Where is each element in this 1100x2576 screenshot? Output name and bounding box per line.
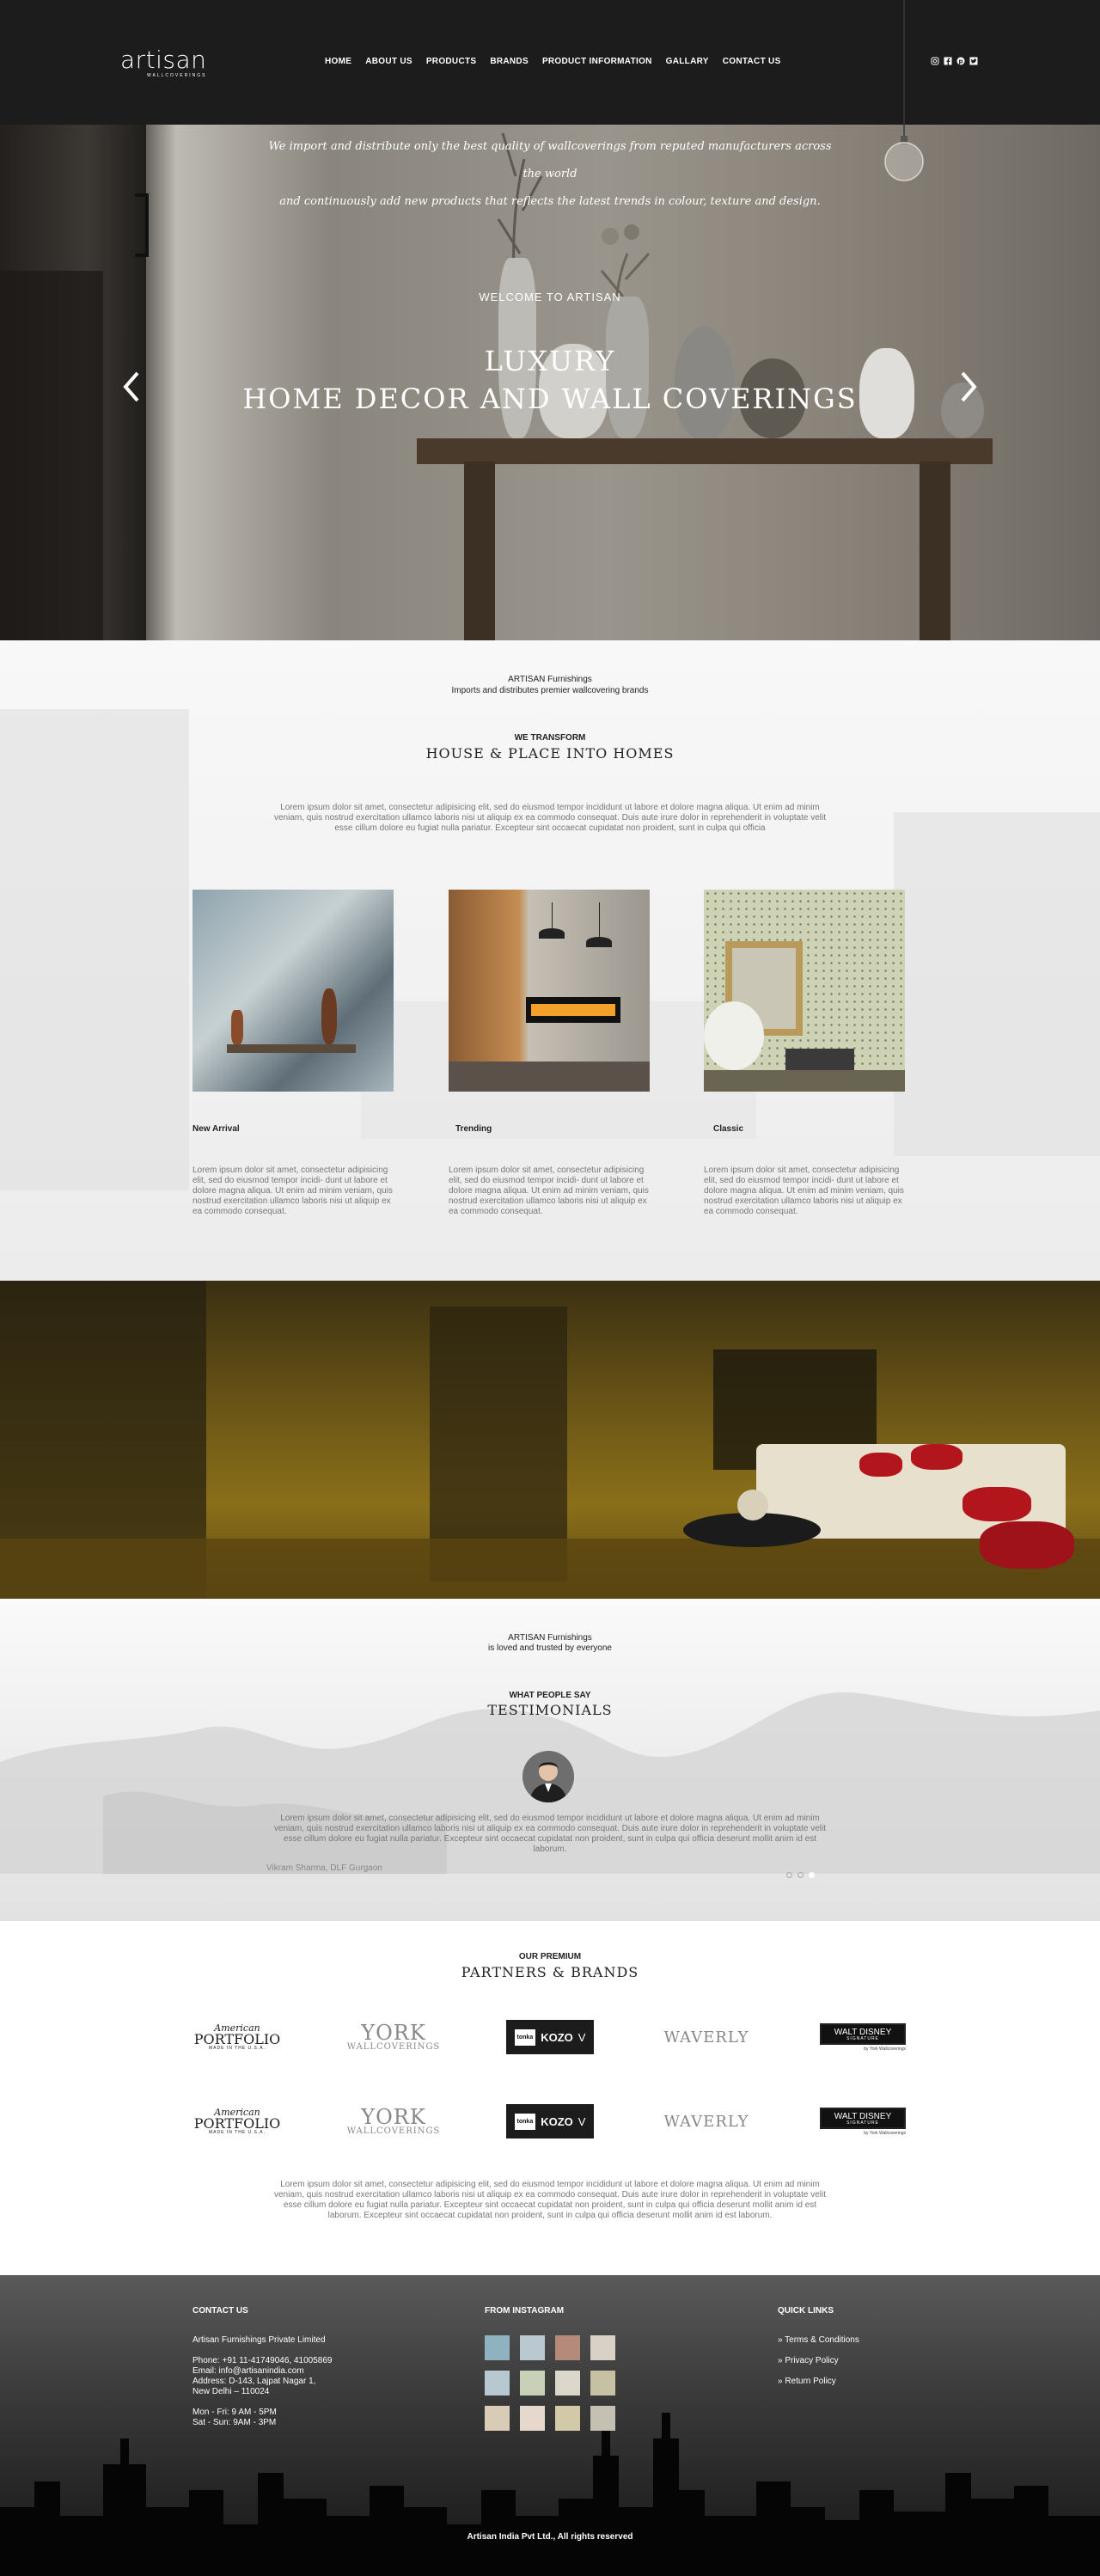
- instagram-thumb[interactable]: [485, 2335, 510, 2360]
- nav-brands[interactable]: BRANDS: [490, 57, 529, 66]
- intro-title: HOUSE & PLACE INTO HOMES: [425, 745, 675, 762]
- footer-quicklinks-heading: QUICK LINKS: [778, 2306, 834, 2316]
- partners-title: PARTNERS & BRANDS: [461, 1964, 639, 1980]
- main-nav: HOME ABOUT US PRODUCTS BRANDS PRODUCT IN…: [325, 57, 781, 66]
- footer-phone: Phone: +91 11-41749046, 41005869: [192, 2356, 333, 2365]
- banner-quote-line1: We import and distribute only the best q…: [268, 140, 832, 181]
- chevron-right-icon[interactable]: [959, 370, 980, 404]
- instagram-thumb[interactable]: [555, 2406, 580, 2431]
- brand-york-logo[interactable]: YORK WALLCOVERINGS: [347, 2103, 440, 2139]
- brand-waverly-logo[interactable]: WAVERLY: [662, 2019, 751, 2055]
- card-text-trending: Lorem ipsum dolor sit amet, consectetur …: [449, 1166, 649, 1216]
- instagram-thumb[interactable]: [520, 2335, 545, 2360]
- card-text-classic: Lorem ipsum dolor sit amet, consectetur …: [704, 1166, 904, 1216]
- brand-waverly-logo[interactable]: WAVERLY: [662, 2103, 751, 2139]
- instagram-thumb[interactable]: [590, 2371, 615, 2395]
- card-trending[interactable]: [449, 890, 650, 1092]
- brand-york-logo[interactable]: YORK WALLCOVERINGS: [347, 2019, 440, 2055]
- svg-text:p: p: [958, 58, 962, 65]
- brand-american-portfolio-logo[interactable]: American PORTFOLIO MADE IN THE U.S.A.: [192, 2103, 282, 2139]
- brand-walt-disney-logo[interactable]: WALT DISNEY SIGNATURE by York Wallcoveri…: [818, 2103, 908, 2139]
- footer-instagram-heading: FROM INSTAGRAM: [485, 2306, 565, 2316]
- classic-image: [704, 890, 905, 1092]
- card-label-classic: Classic: [713, 1124, 744, 1134]
- pagination-dot[interactable]: [798, 1872, 804, 1878]
- instagram-thumb[interactable]: [520, 2406, 545, 2431]
- city-skyline-image: [0, 2413, 1100, 2576]
- trending-image: [449, 890, 650, 1092]
- nav-contact-us[interactable]: CONTACT US: [723, 57, 781, 66]
- pinterest-icon[interactable]: p: [956, 57, 965, 65]
- partners-kicker: OUR PREMIUM: [518, 1952, 582, 1961]
- logo[interactable]: artisan WALLCOVERINGS: [120, 46, 207, 79]
- facebook-icon[interactable]: [944, 57, 952, 65]
- testimonial-author: Vikram Sharma, DLF Gurgaon: [266, 1863, 382, 1873]
- testimonial-pagination: [786, 1872, 815, 1878]
- shelf-image: [417, 438, 993, 464]
- card-label-trending: Trending: [455, 1124, 492, 1134]
- instagram-thumb[interactable]: [555, 2335, 580, 2360]
- card-classic[interactable]: [704, 890, 905, 1092]
- hanging-lamp-image: [884, 0, 924, 181]
- site-header: artisan WALLCOVERINGS HOME ABOUT US PROD…: [0, 0, 1100, 125]
- instagram-icon[interactable]: [931, 57, 939, 65]
- footer-hours-weekday: Mon - Fri: 9 AM - 5PM: [192, 2408, 277, 2417]
- footer-address-line1: Address: D-143, Lajpat Nagar 1,: [192, 2377, 316, 2386]
- brand-walt-disney-logo[interactable]: WALT DISNEY SIGNATURE by York Wallcoveri…: [818, 2019, 908, 2055]
- hero-title-line2: HOME DECOR AND WALL COVERINGS: [242, 382, 858, 415]
- link-terms-conditions[interactable]: » Terms & Conditions: [778, 2335, 859, 2345]
- avatar: [522, 1751, 574, 1802]
- twitter-icon[interactable]: [969, 57, 978, 65]
- instagram-thumb[interactable]: [555, 2371, 580, 2395]
- partners-body: Lorem ipsum dolor sit amet, consectetur …: [273, 2180, 826, 2220]
- intro-kicker: WE TRANSFORM: [514, 733, 586, 743]
- instagram-thumb[interactable]: [485, 2371, 510, 2395]
- instagram-thumb[interactable]: [485, 2406, 510, 2431]
- testimonial-quote: Lorem ipsum dolor sit amet, consectetur …: [273, 1814, 826, 1854]
- interior-banner: [0, 1281, 1100, 1599]
- card-label-new-arrival: New Arrival: [192, 1124, 240, 1134]
- nav-home[interactable]: HOME: [325, 57, 351, 66]
- link-return-policy[interactable]: » Return Policy: [778, 2377, 836, 2386]
- nav-products[interactable]: PRODUCTS: [426, 57, 477, 66]
- intro-body: Lorem ipsum dolor sit amet, consectetur …: [273, 803, 826, 833]
- card-text-new-arrival: Lorem ipsum dolor sit amet, consectetur …: [192, 1166, 393, 1216]
- brand-kozo-logo[interactable]: tonka KOZO V: [505, 2103, 595, 2139]
- pagination-dot-active[interactable]: [809, 1872, 815, 1878]
- hero-title: LUXURY HOME DECOR AND WALL COVERINGS: [0, 342, 1100, 418]
- copyright: Artisan India Pvt Ltd., All rights reser…: [467, 2532, 633, 2542]
- testimonials-kicker: WHAT PEOPLE SAY: [509, 1691, 591, 1700]
- testimonials-company: ARTISAN Furnishings: [508, 1633, 592, 1643]
- footer-company: Artisan Furnishings Private Limited: [192, 2335, 326, 2345]
- testimonials-tagline: is loved and trusted by everyone: [488, 1643, 612, 1653]
- pagination-dot[interactable]: [786, 1872, 792, 1878]
- instagram-thumb[interactable]: [590, 2406, 615, 2431]
- footer-email[interactable]: Email: info@artisanindia.com: [192, 2366, 304, 2377]
- footer-address-line2: New Delhi – 110024: [192, 2387, 270, 2396]
- card-new-arrival[interactable]: [192, 890, 394, 1092]
- nav-gallary[interactable]: GALLARY: [666, 57, 709, 66]
- banner-quote: We import and distribute only the best q…: [258, 133, 842, 216]
- brand-american-portfolio-logo[interactable]: American PORTFOLIO MADE IN THE U.S.A.: [192, 2019, 282, 2055]
- nav-about-us[interactable]: ABOUT US: [365, 57, 412, 66]
- nav-product-information[interactable]: PRODUCT INFORMATION: [542, 57, 652, 66]
- footer-hours-weekend: Sat - Sun: 9AM - 3PM: [192, 2418, 277, 2427]
- social-links: p: [931, 57, 978, 65]
- new-arrival-image: [192, 890, 394, 1092]
- brand-kozo-logo[interactable]: tonka KOZO V: [505, 2019, 595, 2055]
- instagram-thumb[interactable]: [520, 2371, 545, 2395]
- instagram-thumb[interactable]: [590, 2335, 615, 2360]
- testimonials-title: TESTIMONIALS: [487, 1702, 613, 1718]
- intro-company: ARTISAN Furnishings: [508, 675, 592, 684]
- hero-caption: WELCOME TO ARTISAN: [479, 291, 621, 303]
- footer-contact-heading: CONTACT US: [192, 2306, 248, 2316]
- chevron-left-icon[interactable]: [120, 370, 141, 404]
- door-handle-image: [135, 193, 149, 257]
- site-footer: [0, 2275, 1100, 2576]
- banner-quote-line2: and continuously add new products that r…: [279, 195, 821, 208]
- logo-text: artisan: [120, 46, 207, 74]
- hero-title-line1: LUXURY: [484, 345, 616, 377]
- link-privacy-policy[interactable]: » Privacy Policy: [778, 2356, 839, 2365]
- intro-tagline: Imports and distributes premier wallcove…: [451, 686, 649, 695]
